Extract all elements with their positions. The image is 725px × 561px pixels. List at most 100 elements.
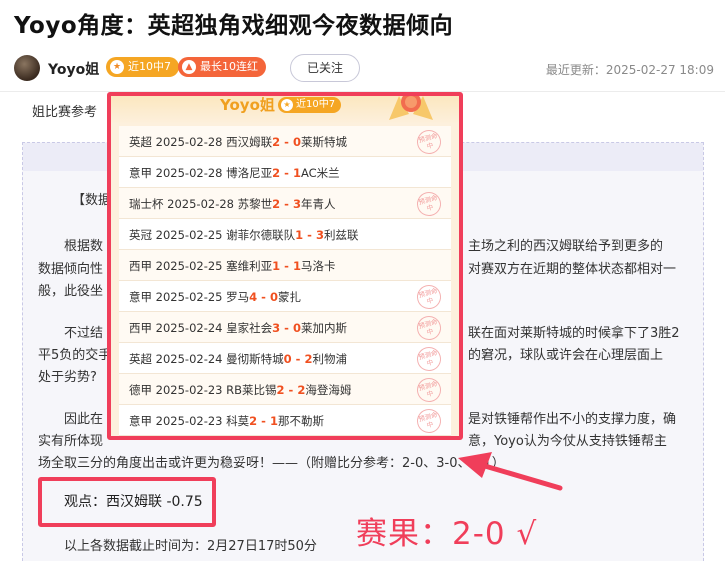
away-score: 0: [292, 135, 301, 149]
popup-title: Yoyo姐: [220, 96, 275, 114]
home-score: 4: [249, 290, 258, 304]
record-row[interactable]: 英超 2025-02-24 曼彻斯特城0 - 2利物浦 预测命中: [119, 343, 451, 374]
record-text: 英超 2025-02-24 曼彻斯特城0 - 2利物浦: [129, 351, 347, 367]
record-match: 西甲 2025-02-24 皇家社会: [129, 321, 273, 335]
record-away-team: 那不勒斯: [277, 414, 324, 428]
record-popup: Yoyo姐 ★ 近10中7 英超 2025-02-28 西汉姆联2 - 0莱斯特…: [107, 92, 463, 440]
medal-icon: [389, 96, 433, 120]
record-match: 意甲 2025-02-25 罗马: [129, 290, 250, 304]
record-text: 意甲 2025-02-23 科莫2 - 1那不勒斯: [129, 413, 324, 429]
score-separator: -: [280, 197, 293, 211]
away-score: 3: [292, 197, 301, 211]
record-away-team: 利物浦: [312, 352, 347, 366]
record-text: 西甲 2025-02-24 皇家社会3 - 0莱加内斯: [129, 320, 347, 336]
flame-icon: ▲: [182, 60, 196, 74]
home-score: 2: [249, 414, 258, 428]
score-separator: -: [257, 290, 270, 304]
streak-label: 最长10连红: [200, 60, 258, 73]
record-row[interactable]: 英超 2025-02-28 西汉姆联2 - 0莱斯特城 预测命中: [119, 126, 451, 157]
record-row[interactable]: 瑞士杯 2025-02-28 苏黎世2 - 3年青人 预测命中: [119, 188, 451, 219]
record-match: 西甲 2025-02-25 塞维利亚: [129, 259, 273, 273]
score-separator: -: [291, 352, 305, 366]
home-score: 2: [272, 166, 281, 180]
away-score: 0: [292, 321, 301, 335]
hit-stamp-icon: 预测命中: [414, 375, 444, 405]
record-away-team: 莱加内斯: [300, 321, 347, 335]
home-score: 2: [276, 383, 285, 397]
record-match: 德甲 2025-02-23 RB莱比锡: [129, 383, 277, 397]
record-match: 意甲 2025-02-28 博洛尼亚: [129, 166, 273, 180]
author-row: Yoyo姐 ★ 近10中7 ▲ 最长10连红 已关注 最近更新：2025-02-…: [14, 54, 714, 82]
record-away-team: AC米兰: [300, 166, 340, 180]
home-score: 3: [272, 321, 281, 335]
home-score: 0: [283, 352, 292, 366]
record-row[interactable]: 德甲 2025-02-23 RB莱比锡2 - 2海登海姆 预测命中: [119, 374, 451, 405]
home-score: 2: [272, 197, 281, 211]
record-match: 意甲 2025-02-23 科莫: [129, 414, 250, 428]
hit-rate-badge[interactable]: ★ 近10中7: [106, 57, 179, 77]
record-text: 英超 2025-02-28 西汉姆联2 - 0莱斯特城: [129, 134, 347, 150]
score-separator: -: [280, 321, 293, 335]
viewpoint: 观点：西汉姆联 -0.75: [64, 494, 203, 510]
follow-button[interactable]: 已关注: [290, 54, 360, 82]
star-icon: ★: [110, 60, 124, 74]
record-list: 英超 2025-02-28 西汉姆联2 - 0莱斯特城 预测命中 意甲 2025-0…: [119, 126, 451, 436]
record-away-team: 年青人: [300, 197, 336, 211]
home-score: 2: [272, 135, 281, 149]
record-row[interactable]: 意甲 2025-02-25 罗马4 - 0蒙扎 预测命中: [119, 281, 451, 312]
record-text: 英冠 2025-02-25 谢菲尔德联队1 - 3利兹联: [129, 227, 358, 243]
away-score: 0: [269, 290, 278, 304]
away-score: 1: [292, 259, 301, 273]
author-name[interactable]: Yoyo姐: [48, 59, 99, 79]
score-separator: -: [284, 383, 298, 397]
hit-stamp-icon: 预测命中: [414, 313, 444, 343]
record-row[interactable]: 英冠 2025-02-25 谢菲尔德联队1 - 3利兹联: [119, 219, 451, 250]
score-separator: -: [303, 228, 316, 242]
score-separator: -: [280, 166, 293, 180]
p3-line3: 场全取三分的角度出击或许更为稳妥呀！——（附赠比分参考：2-0、3-0、2-1）: [38, 456, 505, 471]
record-match: 英超 2025-02-24 曼彻斯特城: [129, 352, 284, 366]
update-time: 最近更新：2025-02-27 18:09: [545, 63, 714, 77]
record-match: 英冠 2025-02-25 谢菲尔德联队: [129, 228, 296, 242]
avatar[interactable]: [14, 55, 40, 81]
record-text: 瑞士杯 2025-02-28 苏黎世2 - 3年青人: [129, 196, 335, 212]
away-score: 1: [292, 166, 301, 180]
popup-hit-badge: ★ 近10中7: [278, 97, 342, 113]
record-away-team: 莱斯特城: [300, 135, 347, 149]
record-away-team: 海登海姆: [305, 383, 352, 397]
page-title: Yoyo角度：英超独角戏细观今夜数据倾向: [14, 13, 454, 39]
record-match: 英超 2025-02-28 西汉姆联: [129, 135, 273, 149]
hit-stamp-icon: 预测命中: [414, 189, 444, 219]
record-text: 意甲 2025-02-28 博洛尼亚2 - 1AC米兰: [129, 165, 340, 181]
hit-stamp-icon: 预测命中: [414, 127, 444, 157]
hit-rate-label: 近10中7: [128, 60, 171, 73]
record-text: 意甲 2025-02-25 罗马4 - 0蒙扎: [129, 289, 301, 305]
home-score: 1: [295, 228, 304, 242]
record-row[interactable]: 西甲 2025-02-24 皇家社会3 - 0莱加内斯 预测命中: [119, 312, 451, 343]
record-match: 瑞士杯 2025-02-28 苏黎世: [129, 197, 273, 211]
away-score: 3: [315, 228, 324, 242]
popup-header: Yoyo姐 ★ 近10中7: [111, 96, 459, 124]
hit-stamp-icon: 预测命中: [414, 282, 444, 312]
popup-hit-label: 近10中7: [296, 99, 336, 110]
record-row[interactable]: 西甲 2025-02-25 塞维利亚1 - 1马洛卡: [119, 250, 451, 281]
record-away-team: 利兹联: [323, 228, 359, 242]
match-result: 赛果：2-0 √: [356, 516, 538, 552]
record-text: 德甲 2025-02-23 RB莱比锡2 - 2海登海姆: [129, 382, 351, 398]
home-score: 1: [272, 259, 281, 273]
record-away-team: 马洛卡: [300, 259, 336, 273]
record-text: 西甲 2025-02-25 塞维利亚1 - 1马洛卡: [129, 258, 335, 274]
score-separator: -: [280, 259, 293, 273]
hit-stamp-icon: 预测命中: [414, 406, 444, 436]
record-row[interactable]: 意甲 2025-02-23 科莫2 - 1那不勒斯 预测命中: [119, 405, 451, 436]
score-separator: -: [280, 135, 293, 149]
record-away-team: 蒙扎: [277, 290, 301, 304]
hit-stamp-icon: 预测命中: [414, 344, 444, 374]
intro-fragment: 姐比赛参考: [32, 105, 98, 120]
away-score: 1: [269, 414, 278, 428]
score-separator: -: [257, 414, 270, 428]
star-icon: ★: [281, 99, 293, 111]
data-cutoff-note: 以上各数据截止时间为：2月27日17时50分: [64, 539, 317, 554]
streak-badge[interactable]: ▲ 最长10连红: [178, 57, 266, 77]
record-row[interactable]: 意甲 2025-02-28 博洛尼亚2 - 1AC米兰: [119, 157, 451, 188]
